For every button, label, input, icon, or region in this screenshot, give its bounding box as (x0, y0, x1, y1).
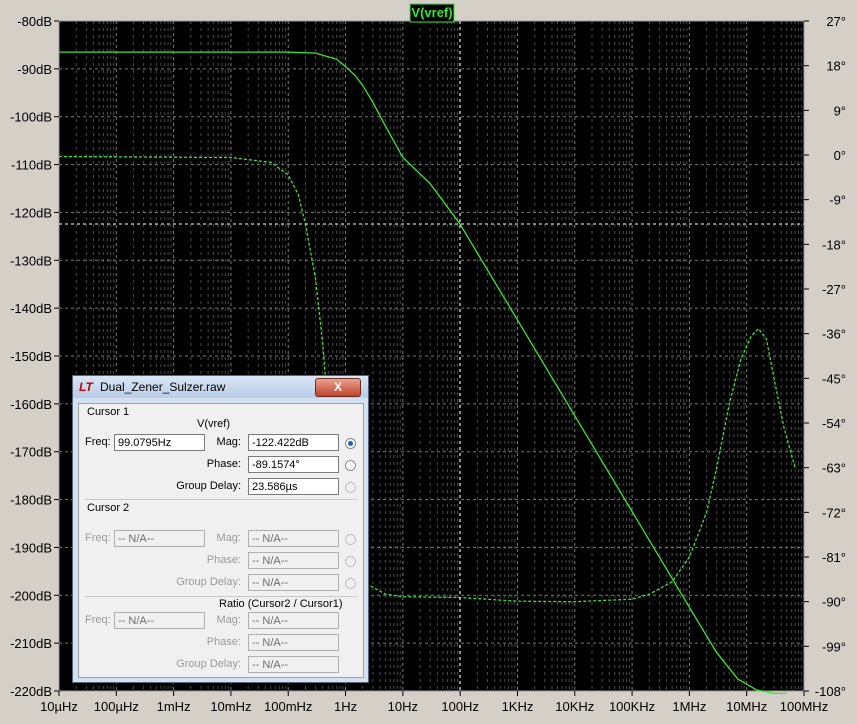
x-tick-label: 10µHz (40, 699, 78, 714)
dialog-body: Cursor 1 V(vref) Freq: 99.0795Hz Mag: -1… (78, 403, 364, 678)
cursor1-phase-field[interactable]: -89.1574° (248, 456, 339, 473)
ratio-header: Ratio (Cursor2 / Cursor1) (219, 598, 343, 610)
y-tick-label: -100dB (10, 110, 52, 125)
ratio-freq-label: Freq: (85, 614, 111, 626)
cursor1-freq-label: Freq: (85, 436, 111, 448)
x-tick-label: 100Hz (441, 699, 479, 714)
cursor1-mag-radio[interactable] (345, 438, 356, 449)
y2-tick-label: 27° (826, 14, 846, 29)
cursor1-phase-radio[interactable] (345, 460, 356, 471)
y2-tick-label: -36° (822, 327, 846, 342)
y-tick-label: -150dB (10, 349, 52, 364)
cursor2-phase-radio[interactable] (345, 556, 356, 567)
cursor2-freq-label: Freq: (85, 532, 111, 544)
x-tick-label: 10KHz (555, 699, 594, 714)
y2-tick-label: -18° (822, 237, 846, 252)
left-axis: -80dB -90dB -100dB -110dB -120dB -130dB -140dB… (10, 14, 59, 699)
dialog-titlebar[interactable]: LT Dual_Zener_Sulzer.raw X (73, 376, 368, 398)
cursor1-trace-name: V(vref) (197, 418, 230, 430)
x-tick-label: 10mHz (210, 699, 251, 714)
x-tick-label: 100KHz (609, 699, 655, 714)
chart-title[interactable]: V(vref) (411, 5, 452, 20)
cursor-dialog[interactable]: LT Dual_Zener_Sulzer.raw X Cursor 1 V(vr… (72, 375, 369, 683)
x-tick-label: 1MHz (672, 699, 706, 714)
cursor2-gd-radio[interactable] (345, 578, 356, 589)
cursor2-gd-field[interactable]: -- N/A-- (248, 574, 339, 591)
cursor1-gd-field[interactable]: 23.586µs (248, 478, 339, 495)
y2-tick-label: -9° (829, 193, 846, 208)
y-tick-label: -190dB (10, 540, 52, 555)
y-tick-label: -180dB (10, 493, 52, 508)
cursor2-phase-label: Phase: (206, 554, 241, 566)
y2-tick-label: 9° (834, 103, 846, 118)
y-tick-label: -140dB (10, 301, 52, 316)
ratio-gd-label: Group Delay: (176, 658, 241, 670)
y2-tick-label: -108° (815, 684, 846, 699)
x-tick-label: 10MHz (726, 699, 767, 714)
y2-tick-label: -27° (822, 282, 846, 297)
y-tick-label: -130dB (10, 253, 52, 268)
ratio-freq-field[interactable]: -- N/A-- (114, 612, 205, 629)
y-tick-label: -120dB (10, 205, 52, 220)
cursor1-gd-radio[interactable] (345, 482, 356, 493)
y2-tick-label: -72° (822, 505, 846, 520)
y2-tick-label: -45° (822, 371, 846, 386)
ratio-phase-label: Phase: (206, 636, 241, 648)
cursor2-mag-radio[interactable] (345, 534, 356, 545)
cursor2-phase-field[interactable]: -- N/A-- (248, 552, 339, 569)
cursor1-gd-label: Group Delay: (176, 480, 241, 492)
x-tick-label: 10Hz (388, 699, 418, 714)
y-tick-label: -110dB (11, 158, 52, 173)
y-tick-label: -160dB (10, 397, 52, 412)
cursor2-mag-field[interactable]: -- N/A-- (248, 530, 339, 547)
y-tick-label: -80dB (17, 14, 52, 29)
y-tick-label: -200dB (10, 588, 52, 603)
cursor2-gd-label: Group Delay: (176, 576, 241, 588)
y2-tick-label: 18° (826, 59, 846, 74)
y-tick-label: -210dB (10, 636, 52, 651)
cursor1-freq-field[interactable]: 99.0795Hz (114, 434, 205, 451)
ratio-gd-field[interactable]: -- N/A-- (248, 656, 339, 673)
x-tick-label: 100mHz (264, 699, 312, 714)
ratio-phase-field[interactable]: -- N/A-- (248, 634, 339, 651)
cursor1-mag-label: Mag: (216, 436, 241, 448)
y2-tick-label: -81° (822, 550, 846, 565)
y-tick-label: -90dB (17, 62, 52, 77)
x-tick-label: 100MHz (780, 699, 828, 714)
y2-tick-label: -90° (822, 595, 846, 610)
y2-tick-label: -63° (822, 461, 846, 476)
y2-tick-label: -99° (822, 639, 846, 654)
x-tick-label: 1mHz (157, 699, 191, 714)
cursor1-phase-label: Phase: (206, 458, 241, 470)
close-button[interactable]: X (315, 378, 361, 397)
ratio-mag-label: Mag: (216, 614, 241, 626)
y-tick-label: -170dB (10, 445, 52, 460)
ltspice-logo-icon: LT (79, 380, 93, 394)
x-tick-label: 1Hz (334, 699, 357, 714)
separator (85, 499, 357, 500)
right-axis-panel (804, 0, 857, 724)
cursor2-freq-field[interactable]: -- N/A-- (114, 530, 205, 547)
cursor2-header: Cursor 2 (87, 502, 130, 514)
cursor1-header: Cursor 1 (87, 406, 130, 418)
y-tick-label: -220dB (10, 684, 52, 699)
cursor2-mag-label: Mag: (216, 532, 241, 544)
separator (85, 596, 357, 597)
x-tick-label: 100µHz (94, 699, 139, 714)
y2-tick-label: -54° (822, 416, 846, 431)
y2-tick-label: 0° (834, 148, 846, 163)
dialog-title: Dual_Zener_Sulzer.raw (100, 380, 226, 394)
cursor1-mag-field[interactable]: -122.422dB (248, 434, 339, 451)
ratio-mag-field[interactable]: -- N/A-- (248, 612, 339, 629)
x-tick-label: 1KHz (502, 699, 534, 714)
